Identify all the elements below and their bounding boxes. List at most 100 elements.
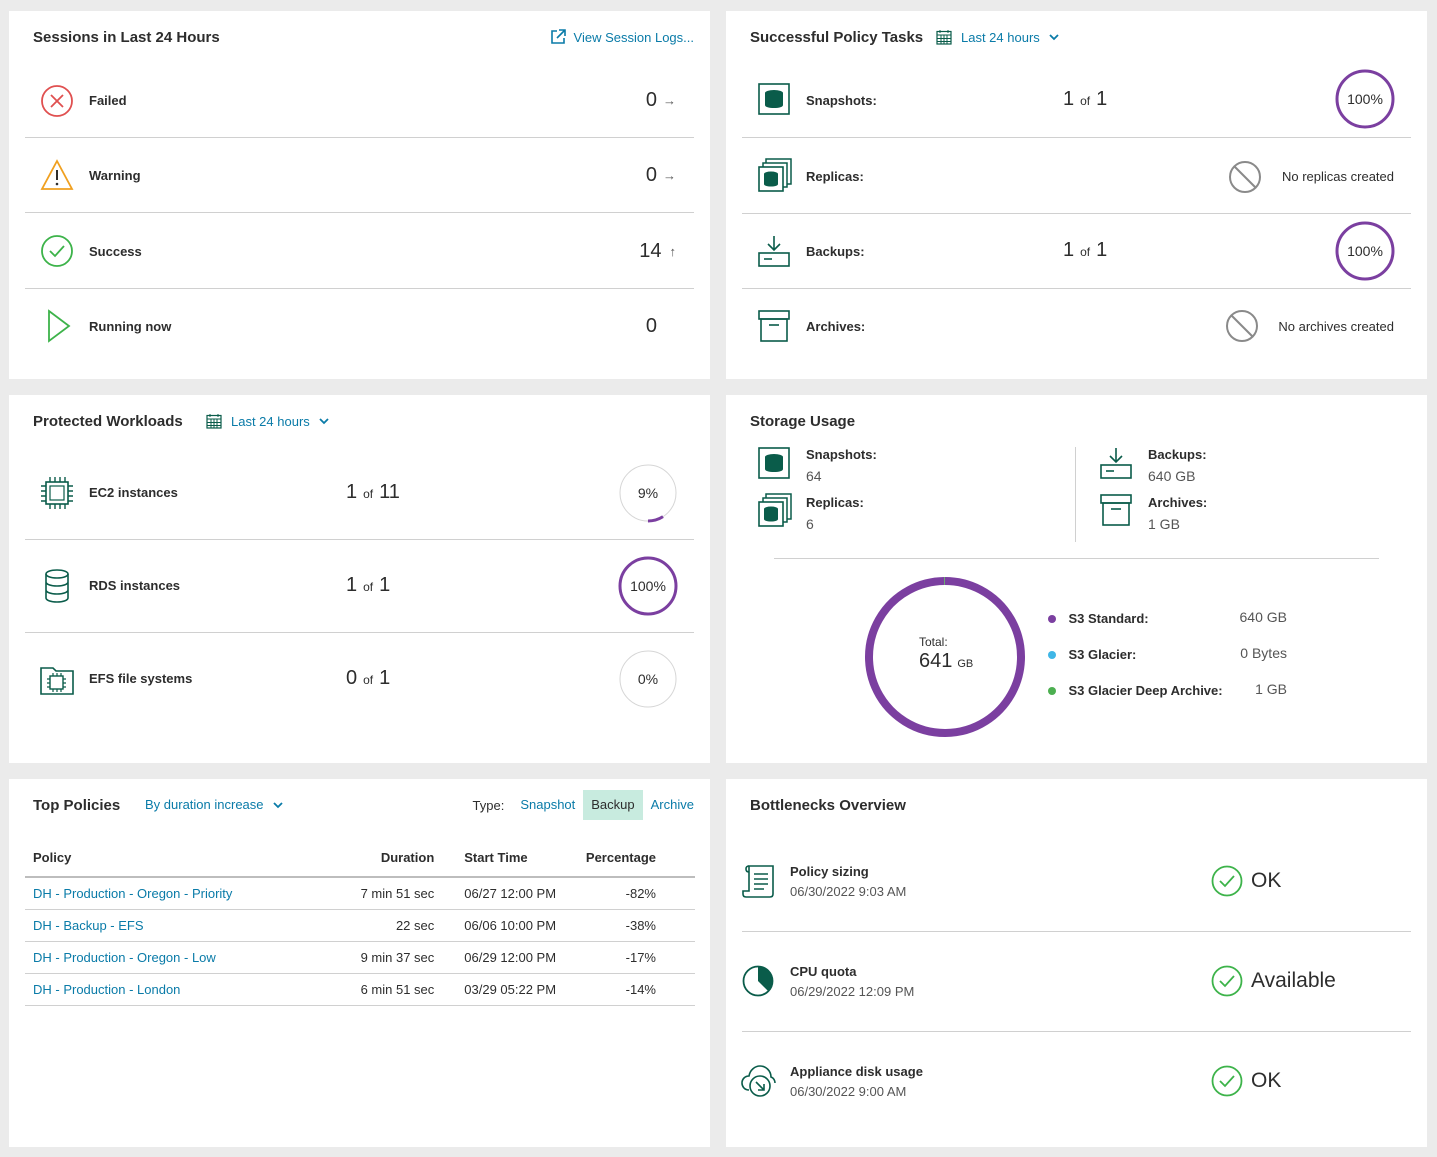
divider — [742, 213, 1411, 214]
col-percentage[interactable]: Percentage — [575, 839, 695, 878]
view-session-logs-link[interactable]: View Session Logs... — [550, 29, 694, 45]
efs-label: EFS file systems — [89, 671, 193, 686]
col-duration[interactable]: Duration — [331, 839, 443, 878]
success-count: 14 — [639, 240, 662, 262]
table-row: DH - Backup - EFS 22 sec 06/06 10:00 PM … — [25, 909, 695, 942]
legend-dot-glacier — [1048, 651, 1056, 659]
bottlenecks-title: Bottlenecks Overview — [750, 797, 906, 814]
no-entry-icon — [1229, 161, 1261, 193]
policy-tasks-title: Successful Policy Tasks — [750, 29, 924, 46]
success-trend-icon: ↑ — [669, 244, 677, 259]
storage-total-unit: GB — [957, 658, 974, 670]
rds-percent-ring: 100% — [618, 556, 678, 616]
cpu-quota-status: Available — [1251, 969, 1336, 992]
play-icon — [48, 309, 71, 343]
warning-count-link[interactable]: 0 → — [646, 164, 676, 187]
legend-dot-deep-archive — [1048, 687, 1056, 695]
type-filter: Type: Snapshot Backup Archive — [473, 790, 694, 820]
disk-usage-time: 06/30/2022 9:00 AM — [790, 1084, 907, 1099]
top-policies-title: Top Policies — [33, 797, 121, 814]
percentage-cell: -38% — [575, 909, 695, 942]
table-row: DH - Production - London 6 min 51 sec 03… — [25, 973, 695, 1006]
failed-trend-icon: → — [663, 93, 676, 108]
chevron-down-icon — [319, 418, 329, 425]
type-backup-tab[interactable]: Backup — [583, 790, 643, 820]
policy-link[interactable]: DH - Production - London — [33, 982, 180, 997]
top-policies-table: Policy Duration Start Time Percentage DH… — [25, 839, 695, 1006]
storage-archives-label: Archives: — [1148, 495, 1208, 510]
efs-ratio: 0 of 1 — [346, 667, 390, 690]
snapshots-done: 1 — [1063, 88, 1075, 110]
storage-total: 641 GB — [919, 650, 973, 673]
policy-link[interactable]: DH - Backup - EFS — [33, 918, 144, 933]
running-label: Running now — [89, 319, 172, 334]
failed-label: Failed — [89, 93, 127, 108]
start-time-cell: 06/27 12:00 PM — [442, 877, 576, 910]
workloads-period-dropdown[interactable]: Last 24 hours — [206, 413, 329, 429]
failed-count-link[interactable]: 0 → — [646, 89, 676, 112]
storage-backups-label: Backups: — [1148, 447, 1207, 462]
failed-icon — [41, 85, 73, 117]
replicas-label: Replicas: — [806, 169, 864, 184]
failed-count: 0 — [645, 89, 657, 111]
ec2-done: 1 — [346, 481, 358, 503]
ec2-ratio: 1 of 11 — [346, 481, 400, 504]
storage-donut: Total: 641 GB — [863, 575, 1027, 739]
cloud-download-icon — [741, 1065, 776, 1097]
rds-done: 1 — [346, 574, 358, 596]
divider — [742, 1031, 1411, 1032]
snapshots-label: Snapshots: — [806, 93, 877, 108]
percentage-cell: -14% — [575, 973, 695, 1006]
storage-backups-value: 640 GB — [1148, 468, 1196, 484]
legend-item-deep-archive: S3 Glacier Deep Archive: 1 GB — [1048, 681, 1298, 718]
table-header-row: Policy Duration Start Time Percentage — [25, 839, 695, 878]
success-count-link[interactable]: 14 ↑ — [639, 240, 676, 263]
backups-done: 1 — [1063, 239, 1075, 261]
warning-trend-icon: → — [663, 168, 676, 183]
policy-link[interactable]: DH - Production - Oregon - Priority — [33, 886, 232, 901]
backup-icon — [1100, 448, 1132, 479]
sessions-panel: Sessions in Last 24 Hours View Session L… — [9, 11, 710, 379]
col-start-time[interactable]: Start Time — [442, 839, 576, 878]
divider — [25, 539, 694, 540]
legend-value-standard: 640 GB — [1239, 609, 1287, 625]
ec2-total: 11 — [379, 481, 400, 503]
policy-tasks-period-dropdown[interactable]: Last 24 hours — [936, 29, 1059, 45]
pie-chart-icon — [742, 965, 774, 997]
policy-tasks-panel: Successful Policy Tasks Last 24 hours Sn… — [726, 11, 1427, 379]
divider — [742, 931, 1411, 932]
calendar-icon — [936, 30, 952, 45]
divider — [25, 137, 694, 138]
type-snapshot-tab[interactable]: Snapshot — [512, 790, 583, 820]
disk-usage-label: Appliance disk usage — [790, 1064, 923, 1079]
divider — [25, 288, 694, 289]
workloads-period-label: Last 24 hours — [231, 413, 310, 429]
document-list-icon — [742, 865, 774, 898]
storage-legend: S3 Standard: 640 GB S3 Glacier: 0 Bytes … — [1048, 609, 1298, 718]
efs-percent-ring: 0% — [618, 649, 678, 709]
sort-dropdown-label: By duration increase — [145, 797, 264, 812]
top-policies-panel: Top Policies By duration increase Type: … — [9, 779, 710, 1147]
efs-done: 0 — [346, 667, 358, 689]
type-archive-tab[interactable]: Archive — [643, 790, 694, 820]
start-time-cell: 03/29 05:22 PM — [442, 973, 576, 1006]
legend-item-glacier: S3 Glacier: 0 Bytes — [1048, 645, 1298, 682]
policy-tasks-period-label: Last 24 hours — [961, 29, 1040, 45]
of-label: of — [1080, 245, 1091, 259]
success-label: Success — [89, 244, 142, 259]
start-time-cell: 06/29 12:00 PM — [442, 941, 576, 974]
storage-total-value: 641 — [919, 650, 953, 672]
warning-icon — [40, 159, 74, 190]
check-circle-icon — [1211, 865, 1243, 897]
disk-usage-status: OK — [1251, 1069, 1282, 1092]
policy-sizing-status: OK — [1251, 869, 1282, 892]
check-circle-icon — [1211, 965, 1243, 997]
storage-archives-value: 1 GB — [1148, 516, 1180, 532]
database-icon — [45, 569, 69, 603]
backups-percent: 100% — [1347, 243, 1383, 259]
archives-status: No archives created — [1278, 319, 1394, 334]
warning-count: 0 — [645, 164, 657, 186]
sort-dropdown[interactable]: By duration increase — [145, 797, 283, 812]
col-policy[interactable]: Policy — [25, 839, 332, 878]
policy-link[interactable]: DH - Production - Oregon - Low — [33, 950, 216, 965]
